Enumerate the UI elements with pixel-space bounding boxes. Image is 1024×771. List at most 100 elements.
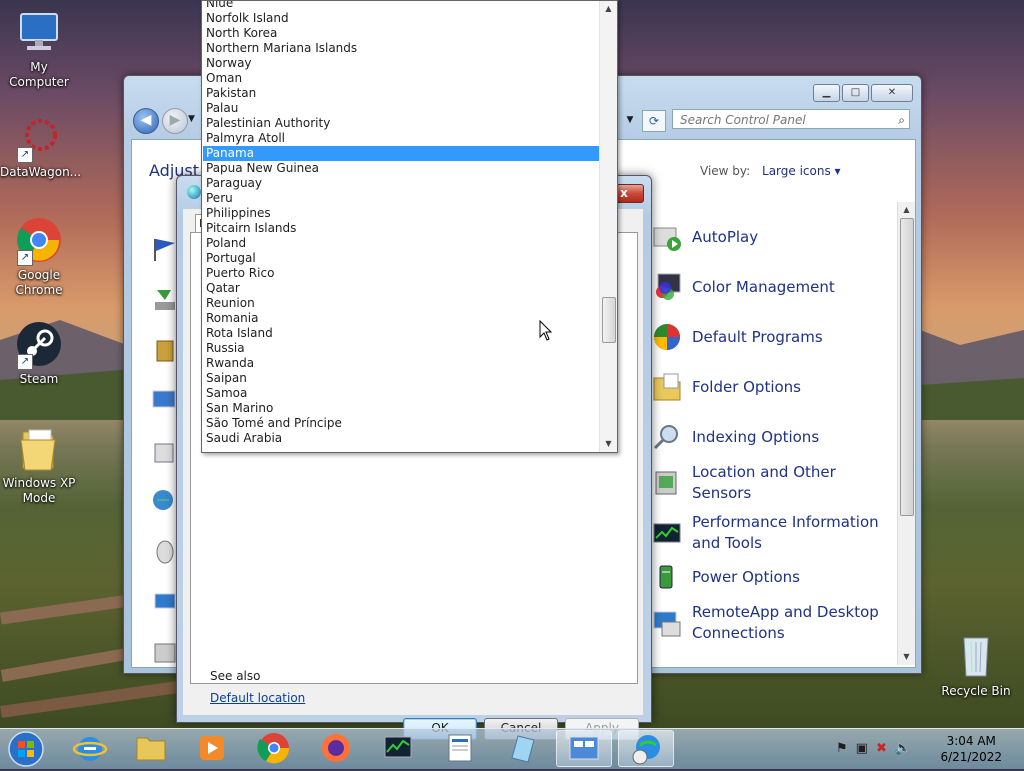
location-dropdown-list[interactable]: Niue Norfolk Island North Korea Northern Ma… bbox=[201, 0, 618, 453]
location-option[interactable]: Portugal bbox=[203, 251, 600, 266]
taskbar-windows-explorer[interactable] bbox=[123, 730, 179, 767]
cp-item-autoplay[interactable]: AutoPlay bbox=[652, 222, 882, 252]
cp-item-remoteapp[interactable]: RemoteApp and Desktop Connections bbox=[652, 602, 882, 644]
cp-item-performance[interactable]: Performance Information and Tools bbox=[652, 512, 882, 554]
personalization-icon bbox=[151, 588, 179, 616]
media-player-icon bbox=[200, 736, 224, 760]
scroll-down-arrow-icon[interactable]: ▼ bbox=[600, 436, 617, 452]
location-option[interactable]: Oman bbox=[203, 71, 600, 86]
scroll-up-arrow-icon[interactable]: ▲ bbox=[898, 202, 915, 218]
location-option[interactable]: Qatar bbox=[203, 281, 600, 296]
scroll-down-arrow-icon[interactable]: ▼ bbox=[898, 649, 915, 665]
window-controls: ▁ □ ✕ bbox=[813, 84, 913, 102]
desktop-icon-label: Google Chrome bbox=[15, 268, 63, 297]
desktop-icon-my-computer[interactable]: My Computer bbox=[0, 8, 78, 90]
location-option[interactable]: Puerto Rico bbox=[203, 266, 600, 281]
search-input[interactable]: Search Control Panel ⌕ bbox=[672, 109, 910, 129]
globe-clock-icon bbox=[632, 735, 660, 765]
network-icon[interactable]: ▣ bbox=[856, 741, 868, 756]
location-option[interactable]: Philippines bbox=[203, 206, 600, 221]
dropdown-scrollbar[interactable]: ▲ ▼ bbox=[599, 1, 617, 452]
location-option[interactable]: Pakistan bbox=[203, 86, 600, 101]
mouse-cursor-icon bbox=[539, 320, 553, 341]
cp-item-label: Location and Other Sensors bbox=[692, 463, 836, 502]
shortcut-arrow-icon: ↗ bbox=[17, 147, 33, 163]
forward-button[interactable]: ▶ bbox=[162, 108, 188, 134]
taskbar-internet-explorer[interactable] bbox=[62, 730, 118, 767]
cp-item-indexing-options[interactable]: Indexing Options bbox=[652, 422, 882, 452]
close-button[interactable]: ✕ bbox=[871, 84, 913, 102]
notepad-icon bbox=[511, 735, 535, 763]
location-option[interactable]: Palestinian Authority bbox=[203, 116, 600, 131]
location-option[interactable]: North Korea bbox=[203, 26, 600, 41]
taskbar-notepad[interactable] bbox=[494, 730, 550, 767]
credential-manager-icon bbox=[151, 337, 179, 365]
cp-item-color-management[interactable]: Color Management bbox=[652, 272, 882, 302]
location-option[interactable]: San Marino bbox=[203, 401, 600, 416]
cp-item-default-programs[interactable]: Default Programs bbox=[652, 322, 882, 352]
taskbar-chrome[interactable] bbox=[246, 730, 302, 767]
search-icon[interactable]: ⌕ bbox=[898, 110, 905, 130]
location-option[interactable]: Rwanda bbox=[203, 356, 600, 371]
refresh-button[interactable]: ⟳ bbox=[642, 110, 666, 132]
location-option[interactable]: São Tomé and Príncipe bbox=[203, 416, 600, 431]
display-icon bbox=[151, 438, 179, 466]
location-option[interactable]: Samoa bbox=[203, 386, 600, 401]
location-option[interactable]: Norfolk Island bbox=[203, 11, 600, 26]
minimize-button[interactable]: ▁ bbox=[813, 84, 840, 102]
cp-item-label: Indexing Options bbox=[692, 427, 820, 446]
clock[interactable]: 3:04 AM 6/21/2022 bbox=[940, 733, 1002, 765]
back-button[interactable]: ◀ bbox=[133, 108, 159, 134]
location-option[interactable]: Paraguay bbox=[203, 176, 600, 191]
location-option[interactable]: Northern Mariana Islands bbox=[203, 41, 600, 56]
default-location-link[interactable]: Default location bbox=[210, 691, 305, 705]
indexing-options-icon bbox=[652, 422, 682, 452]
cp-item-label: RemoteApp and Desktop Connections bbox=[692, 603, 879, 642]
taskbar-wordpad[interactable] bbox=[432, 730, 488, 767]
location-option[interactable]: Peru bbox=[203, 191, 600, 206]
task-manager-icon bbox=[384, 736, 412, 758]
desktop-icon-recycle-bin[interactable]: Recycle Bin bbox=[936, 632, 1016, 699]
taskbar-media-player[interactable] bbox=[184, 730, 240, 767]
cp-item-location-sensors[interactable]: Location and Other Sensors bbox=[652, 462, 882, 504]
clock-date: 6/21/2022 bbox=[940, 750, 1002, 764]
location-option[interactable]: Reunion bbox=[203, 296, 600, 311]
cp-item-label: AutoPlay bbox=[692, 227, 759, 246]
desktop-icon-datawagon[interactable]: ↗ DataWagon... bbox=[0, 113, 81, 180]
control-panel-scrollbar[interactable]: ▲ ▼ bbox=[897, 202, 915, 665]
network-error-icon[interactable]: ✖ bbox=[876, 741, 887, 756]
location-option[interactable]: Saudi Arabia bbox=[203, 431, 600, 446]
taskbar-control-panel[interactable] bbox=[556, 730, 612, 767]
taskbar-region-dialog[interactable] bbox=[618, 730, 674, 767]
search-placeholder: Search Control Panel bbox=[680, 113, 806, 127]
desktop-icon-google-chrome[interactable]: ↗ Google Chrome bbox=[0, 216, 78, 298]
location-option[interactable]: Niue bbox=[203, 1, 600, 11]
address-dropdown-arrow[interactable]: ▼ bbox=[623, 110, 637, 130]
action-center-flag-icon[interactable]: ⚑ bbox=[836, 741, 848, 756]
location-option[interactable]: Palau bbox=[203, 101, 600, 116]
cp-item-folder-options[interactable]: Folder Options bbox=[652, 372, 882, 402]
start-button[interactable] bbox=[4, 730, 50, 768]
location-option[interactable]: Palmyra Atoll bbox=[203, 131, 600, 146]
scrollbar-thumb[interactable] bbox=[602, 297, 616, 343]
location-option[interactable]: Russia bbox=[203, 341, 600, 356]
view-by-dropdown[interactable]: Large icons ▾ bbox=[762, 164, 841, 178]
taskbar-task-manager[interactable] bbox=[370, 730, 426, 767]
desktop-icon-windows-xp-mode[interactable]: Windows XP Mode bbox=[0, 424, 78, 506]
taskbar-firefox[interactable] bbox=[308, 730, 364, 767]
location-option[interactable]: Panama bbox=[203, 146, 600, 161]
location-option[interactable]: Saipan bbox=[203, 371, 600, 386]
location-option[interactable]: Poland bbox=[203, 236, 600, 251]
firefox-icon bbox=[322, 734, 350, 762]
scroll-up-arrow-icon[interactable]: ▲ bbox=[600, 1, 617, 17]
location-option[interactable]: Norway bbox=[203, 56, 600, 71]
recent-pages-dropdown[interactable]: ▼ bbox=[188, 114, 195, 124]
color-management-icon bbox=[652, 272, 682, 302]
cp-item-power-options[interactable]: Power Options bbox=[652, 562, 882, 592]
maximize-button[interactable]: □ bbox=[842, 84, 869, 102]
scrollbar-thumb[interactable] bbox=[900, 218, 914, 516]
volume-icon[interactable]: 🔈 bbox=[895, 741, 911, 756]
location-option[interactable]: Papua New Guinea bbox=[203, 161, 600, 176]
desktop-icon-steam[interactable]: ↗ Steam bbox=[0, 320, 78, 387]
location-option[interactable]: Pitcairn Islands bbox=[203, 221, 600, 236]
